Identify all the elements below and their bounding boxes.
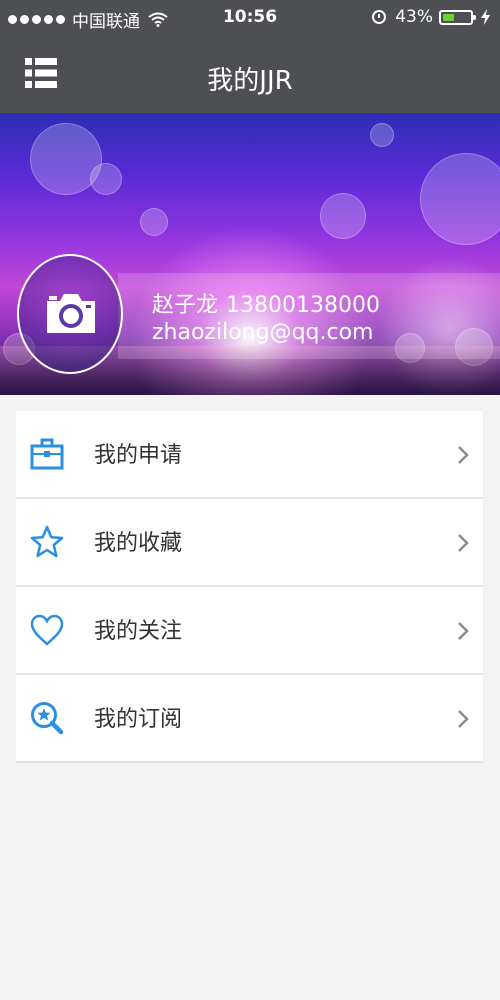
heart-icon bbox=[30, 614, 64, 646]
user-name-phone: 赵子龙 13800138000 bbox=[152, 287, 380, 319]
menu-item-applications[interactable]: 我的申请 bbox=[16, 411, 483, 499]
menu-item-label: 我的订阅 bbox=[94, 707, 183, 732]
battery-fill bbox=[443, 13, 454, 21]
user-phone: 13800138000 bbox=[226, 293, 380, 318]
nav-bar: 我的JJR bbox=[0, 36, 500, 113]
menu-item-label: 我的关注 bbox=[94, 619, 183, 644]
status-bar: 中国联通 10:56 43% bbox=[0, 0, 500, 36]
bokeh-light bbox=[90, 163, 122, 195]
bokeh-light bbox=[140, 208, 168, 236]
menu-list: 我的申请 我的收藏 我的关注 我的订阅 bbox=[16, 411, 483, 763]
bokeh-light bbox=[370, 123, 394, 147]
user-email: zhaozilong@qq.com bbox=[152, 320, 374, 345]
search-star-icon bbox=[31, 702, 64, 735]
menu-item-label: 我的申请 bbox=[94, 443, 183, 468]
briefcase-icon bbox=[30, 438, 64, 470]
user-name: 赵子龙 bbox=[152, 293, 219, 318]
menu-item-label: 我的收藏 bbox=[94, 531, 183, 556]
page-title: 我的JJR bbox=[207, 66, 293, 96]
avatar[interactable] bbox=[17, 254, 123, 374]
menu-item-favorites[interactable]: 我的收藏 bbox=[16, 499, 483, 587]
chevron-right-icon bbox=[458, 622, 469, 640]
chevron-right-icon bbox=[458, 534, 469, 552]
star-icon bbox=[30, 525, 64, 558]
chevron-right-icon bbox=[458, 446, 469, 464]
battery-percent: 43% bbox=[395, 7, 433, 27]
battery-icon bbox=[439, 9, 476, 25]
camera-icon bbox=[47, 294, 95, 333]
bokeh-light bbox=[320, 193, 366, 239]
alarm-icon bbox=[372, 10, 387, 24]
chevron-right-icon bbox=[458, 710, 469, 728]
charging-bolt-icon bbox=[481, 9, 490, 25]
menu-item-subscriptions[interactable]: 我的订阅 bbox=[16, 675, 483, 763]
bokeh-light bbox=[420, 153, 500, 245]
menu-item-following[interactable]: 我的关注 bbox=[16, 587, 483, 675]
screen: 中国联通 10:56 43% 我的JJR 赵子龙 13800138000 zha… bbox=[0, 0, 500, 1000]
profile-banner: 赵子龙 13800138000 zhaozilong@qq.com bbox=[0, 113, 500, 395]
top-bar: 中国联通 10:56 43% 我的JJR bbox=[0, 0, 500, 113]
status-right: 43% bbox=[372, 7, 490, 27]
